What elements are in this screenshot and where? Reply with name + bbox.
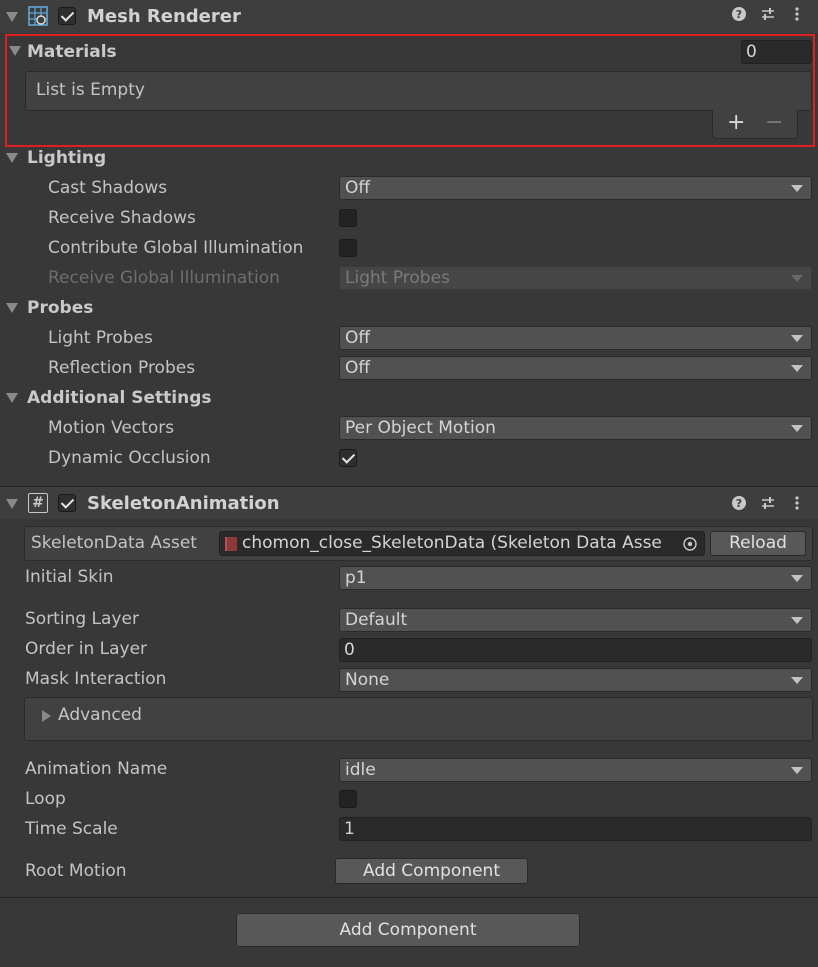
dynamic-occlusion-checkbox[interactable] bbox=[339, 449, 357, 467]
collapse-arrow-icon[interactable] bbox=[6, 12, 18, 22]
object-picker-icon[interactable] bbox=[682, 536, 698, 555]
time-scale-value: 1 bbox=[344, 819, 355, 839]
sorting-layer-value: Default bbox=[345, 610, 408, 630]
sorting-layer-dropdown[interactable]: Default bbox=[339, 608, 812, 632]
motion-vectors-label: Motion Vectors bbox=[48, 418, 175, 438]
mesh-renderer-title: Mesh Renderer bbox=[87, 6, 241, 27]
mask-interaction-value: None bbox=[345, 670, 390, 690]
kebab-menu-icon[interactable] bbox=[792, 6, 802, 26]
additional-settings-label: Additional Settings bbox=[27, 388, 212, 408]
probes-foldout-arrow-icon[interactable] bbox=[6, 303, 18, 313]
root-motion-label: Root Motion bbox=[25, 861, 127, 881]
remove-element-button[interactable]: − bbox=[765, 110, 783, 135]
reload-button[interactable]: Reload bbox=[710, 531, 806, 556]
initial-skin-value: p1 bbox=[345, 568, 367, 588]
materials-footer-buttons: + − bbox=[712, 110, 798, 139]
dropdown-arrow-icon bbox=[791, 335, 803, 342]
light-probes-label: Light Probes bbox=[48, 328, 153, 348]
loop-label: Loop bbox=[25, 789, 66, 809]
dropdown-arrow-icon bbox=[791, 365, 803, 372]
reflection-probes-value: Off bbox=[345, 358, 371, 378]
motion-vectors-dropdown[interactable]: Per Object Motion bbox=[339, 416, 812, 440]
add-element-button[interactable]: + bbox=[727, 110, 745, 135]
skeleton-animation-enabled-checkbox[interactable] bbox=[58, 494, 76, 512]
initial-skin-label: Initial Skin bbox=[25, 567, 114, 587]
time-scale-field[interactable]: 1 bbox=[339, 817, 812, 841]
additional-settings-foldout-arrow-icon[interactable] bbox=[6, 393, 18, 403]
skeleton-data-object-field[interactable]: chomon_close_SkeletonData (Skeleton Data… bbox=[219, 531, 705, 556]
skeleton-data-asset-icon bbox=[225, 537, 237, 551]
skeleton-data-label: SkeletonData Asset bbox=[31, 533, 197, 553]
dropdown-arrow-icon bbox=[791, 425, 803, 432]
materials-empty-text: List is Empty bbox=[36, 80, 145, 100]
advanced-foldout-arrow-icon[interactable] bbox=[42, 710, 51, 722]
light-probes-dropdown[interactable]: Off bbox=[339, 326, 812, 350]
skeleton-data-value: chomon_close_SkeletonData (Skeleton Data… bbox=[242, 533, 662, 553]
time-scale-label: Time Scale bbox=[25, 819, 118, 839]
receive-gi-label: Receive Global Illumination bbox=[48, 268, 280, 288]
receive-shadows-checkbox[interactable] bbox=[339, 209, 357, 227]
cast-shadows-dropdown[interactable]: Off bbox=[339, 176, 812, 200]
svg-text:?: ? bbox=[736, 497, 742, 510]
materials-list-box: List is Empty bbox=[25, 71, 812, 111]
order-in-layer-field[interactable]: 0 bbox=[339, 638, 812, 662]
dropdown-arrow-icon bbox=[791, 185, 803, 192]
dropdown-arrow-icon bbox=[791, 767, 803, 774]
contribute-gi-label: Contribute Global Illumination bbox=[48, 238, 304, 258]
loop-checkbox[interactable] bbox=[339, 790, 357, 808]
add-component-button[interactable]: Add Component bbox=[236, 913, 580, 947]
mesh-renderer-enabled-checkbox[interactable] bbox=[58, 7, 76, 25]
script-icon: # bbox=[28, 493, 48, 513]
cast-shadows-label: Cast Shadows bbox=[48, 178, 168, 198]
help-icon[interactable]: ? bbox=[731, 6, 747, 26]
dropdown-arrow-icon bbox=[791, 275, 803, 282]
dropdown-arrow-icon bbox=[791, 575, 803, 582]
order-in-layer-value: 0 bbox=[344, 640, 355, 660]
dropdown-arrow-icon bbox=[791, 677, 803, 684]
receive-gi-dropdown: Light Probes bbox=[339, 266, 812, 290]
svg-text:?: ? bbox=[736, 8, 742, 21]
advanced-box bbox=[24, 697, 813, 741]
kebab-menu-icon[interactable] bbox=[792, 495, 802, 515]
advanced-label[interactable]: Advanced bbox=[58, 705, 142, 725]
reflection-probes-dropdown[interactable]: Off bbox=[339, 356, 812, 380]
mesh-renderer-icon bbox=[28, 6, 48, 26]
mask-interaction-label: Mask Interaction bbox=[25, 669, 167, 689]
motion-vectors-value: Per Object Motion bbox=[345, 418, 496, 438]
dynamic-occlusion-label: Dynamic Occlusion bbox=[48, 448, 211, 468]
root-motion-add-component-button[interactable]: Add Component bbox=[335, 858, 528, 884]
mask-interaction-dropdown[interactable]: None bbox=[339, 668, 812, 692]
materials-foldout-arrow-icon[interactable] bbox=[9, 46, 21, 56]
materials-label: Materials bbox=[27, 42, 117, 62]
order-in-layer-label: Order in Layer bbox=[25, 639, 148, 659]
receive-gi-value: Light Probes bbox=[345, 268, 450, 288]
animation-name-value: idle bbox=[345, 760, 376, 780]
inspector-bottom-divider bbox=[0, 897, 818, 898]
presets-icon[interactable] bbox=[760, 6, 776, 26]
animation-name-dropdown[interactable]: idle bbox=[339, 758, 812, 782]
animation-name-label: Animation Name bbox=[25, 759, 168, 779]
cast-shadows-value: Off bbox=[345, 178, 371, 198]
light-probes-value: Off bbox=[345, 328, 371, 348]
materials-count-value: 0 bbox=[746, 42, 757, 62]
sorting-layer-label: Sorting Layer bbox=[25, 609, 139, 629]
lighting-label: Lighting bbox=[27, 148, 107, 168]
help-icon[interactable]: ? bbox=[731, 495, 747, 515]
presets-icon[interactable] bbox=[760, 495, 776, 515]
skeleton-animation-title: SkeletonAnimation bbox=[87, 493, 280, 514]
dropdown-arrow-icon bbox=[791, 617, 803, 624]
contribute-gi-checkbox[interactable] bbox=[339, 239, 357, 257]
lighting-foldout-arrow-icon[interactable] bbox=[6, 153, 18, 163]
materials-count-field[interactable]: 0 bbox=[741, 40, 812, 64]
receive-shadows-label: Receive Shadows bbox=[48, 208, 196, 228]
probes-label: Probes bbox=[27, 298, 94, 318]
reflection-probes-label: Reflection Probes bbox=[48, 358, 196, 378]
collapse-arrow-icon[interactable] bbox=[6, 499, 18, 509]
initial-skin-dropdown[interactable]: p1 bbox=[339, 566, 812, 590]
